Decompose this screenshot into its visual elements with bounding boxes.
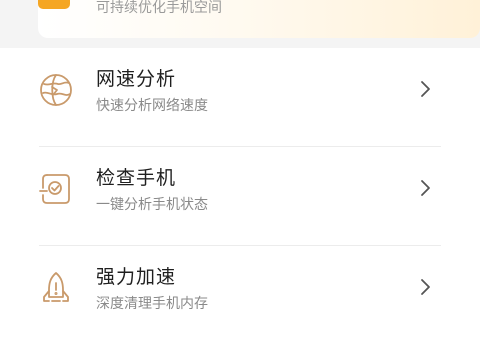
- globe-speed-icon: [38, 72, 74, 108]
- list-item-check-phone[interactable]: 检查手机 一键分析手机状态: [0, 147, 480, 246]
- chevron-right-icon: [416, 79, 434, 99]
- top-banner[interactable]: 可持续优化手机空间: [38, 0, 480, 38]
- banner-subtitle: 可持续优化手机空间: [96, 0, 222, 16]
- list-item-network-speed[interactable]: 网速分析 快速分析网络速度: [0, 48, 480, 147]
- banner-icon: [38, 0, 70, 9]
- row-title: 网速分析: [96, 68, 177, 90]
- row-subtitle: 一键分析手机状态: [96, 197, 208, 213]
- row-subtitle: 快速分析网络速度: [96, 98, 208, 114]
- feature-list: 网速分析 快速分析网络速度 检查手机 一键分析手机状态 强力加速 深度清理手机内…: [0, 48, 480, 348]
- chevron-right-icon: [416, 277, 434, 297]
- chevron-right-icon: [416, 178, 434, 198]
- row-title: 检查手机: [96, 167, 177, 189]
- phone-check-icon: [38, 171, 74, 207]
- list-item-boost[interactable]: 强力加速 深度清理手机内存: [0, 246, 480, 345]
- rocket-boost-icon: [38, 270, 74, 306]
- row-subtitle: 深度清理手机内存: [96, 296, 208, 312]
- row-title: 强力加速: [96, 266, 177, 288]
